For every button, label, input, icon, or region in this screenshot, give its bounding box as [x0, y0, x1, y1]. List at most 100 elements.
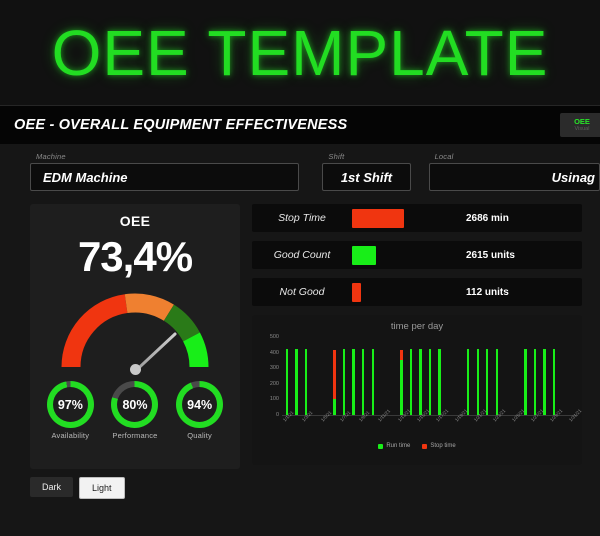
- oee-gauge-card: OEE 73,4% 97% Availability 80% Performan…: [30, 204, 240, 469]
- chart-y-tick: 500: [269, 334, 279, 340]
- stop-time-label: Stop Time: [278, 212, 326, 224]
- theme-light-button[interactable]: Light: [79, 477, 125, 499]
- chart-y-tick: 300: [269, 365, 279, 372]
- chart-bar[interactable]: [400, 349, 403, 415]
- chart-bar-run-segment: [371, 349, 374, 415]
- chart-legend-item[interactable]: Run time: [378, 443, 410, 449]
- chart-title: time per day: [390, 321, 444, 332]
- chart-legend-item[interactable]: Stop time: [422, 443, 456, 449]
- chart-bar[interactable]: [466, 349, 470, 415]
- chart-bar-slot: [358, 337, 368, 415]
- chart-bar-run-segment: [552, 349, 556, 415]
- chart-bar[interactable]: [304, 349, 308, 415]
- chart-bar-run-segment: [333, 399, 336, 415]
- oee-logo-badge: OEE Visual: [560, 113, 600, 137]
- performance-ring: 80%: [111, 381, 159, 428]
- chart-x-axis-labels: 1/1/21 1/3/21 1/5/21 1/7/21 1/9/21 1/11/21 1/1…: [282, 408, 583, 442]
- chart-bar[interactable]: [352, 349, 355, 415]
- chart-bar-slot: [463, 337, 473, 415]
- chart-y-tick: 0: [275, 412, 279, 418]
- chart-bar-stop-segment: [400, 349, 403, 360]
- theme-toggle-group: Dark Light: [30, 477, 600, 499]
- chart-bar-run-segment: [419, 349, 422, 415]
- filter-machine[interactable]: Machine EDM Machine: [30, 152, 300, 191]
- chart-bar[interactable]: [486, 349, 489, 415]
- filter-shift-value[interactable]: 1st Shift: [322, 163, 411, 191]
- stop-time-bar-wrap: [352, 208, 452, 228]
- chart-bar[interactable]: [409, 349, 413, 415]
- not-good-bar: [352, 282, 361, 302]
- chart-y-tick: 200: [269, 380, 279, 387]
- chart-bar-slot: [301, 337, 311, 415]
- chart-bar[interactable]: [428, 349, 432, 415]
- kpi-performance: 80% Performance: [107, 381, 163, 440]
- chart-bar-slot: [406, 337, 416, 415]
- chart-bar[interactable]: [533, 349, 537, 415]
- good-count-bar-wrap: [352, 245, 452, 265]
- quality-value: 94%: [187, 397, 213, 412]
- chart-bar-run-segment: [409, 349, 413, 415]
- performance-label: Performance: [112, 431, 158, 440]
- legend-swatch-icon: [422, 443, 428, 449]
- chart-bar-slot: [377, 337, 387, 415]
- chart-bar[interactable]: [524, 349, 527, 415]
- chart-bar[interactable]: [361, 349, 365, 415]
- chart-bar-run-segment: [533, 349, 537, 415]
- availability-label: Availability: [51, 431, 90, 440]
- oee-card-title: OEE: [119, 213, 151, 229]
- filter-local[interactable]: Local Usinag: [428, 152, 600, 191]
- chart-y-tick: 100: [269, 396, 279, 403]
- chart-legend: Run time Stop time: [252, 443, 582, 449]
- chart-bar-run-segment: [295, 349, 298, 415]
- chart-bar[interactable]: [552, 349, 556, 415]
- chart-bar-slot: [320, 337, 330, 415]
- oee-value: 73,4%: [77, 233, 193, 280]
- availability-value: 97%: [57, 397, 83, 412]
- legend-label: Stop time: [430, 443, 456, 449]
- chart-bar[interactable]: [285, 349, 288, 415]
- filter-machine-value[interactable]: EDM Machine: [30, 163, 300, 191]
- filter-local-value[interactable]: Usinag: [428, 163, 600, 191]
- stat-row-good-count: Good Count 2615 units: [252, 241, 582, 269]
- kpi-donut-group: 97% Availability 80% Performance 94% Qua…: [30, 381, 240, 440]
- filter-local-label: Local: [434, 152, 454, 161]
- chart-bar-slot: [559, 337, 569, 415]
- chart-bar-run-segment: [361, 349, 365, 415]
- chart-bar[interactable]: [295, 349, 298, 415]
- chart-bar-slot: [368, 337, 378, 415]
- chart-bar[interactable]: [543, 349, 546, 415]
- legend-swatch-icon: [378, 443, 384, 449]
- chart-bar-slot: [330, 337, 340, 415]
- chart-bar[interactable]: [371, 349, 374, 415]
- theme-dark-button[interactable]: Dark: [30, 477, 74, 497]
- chart-bar-stop-segment: [333, 349, 336, 400]
- chart-bar[interactable]: [438, 349, 441, 415]
- chart-bar-slot: [473, 337, 483, 415]
- chart-bar-run-segment: [285, 349, 288, 415]
- chart-bar-slot: [511, 337, 521, 415]
- not-good-value: 112 units: [466, 286, 509, 298]
- chart-bar-run-segment: [524, 349, 527, 415]
- filter-shift[interactable]: Shift 1st Shift: [322, 152, 411, 191]
- dashboard-body: OEE 73,4% 97% Availability 80% Performan…: [0, 204, 600, 469]
- stat-row-not-good: Not Good 112 units: [252, 278, 582, 306]
- app-header-title: OEE - OVERALL EQUIPMENT EFFECTIVENESS: [14, 117, 348, 133]
- dashboard-page: OEE TEMPLATE OEE - OVERALL EQUIPMENT EFF…: [0, 0, 600, 536]
- hero-banner: OEE TEMPLATE: [0, 0, 600, 105]
- chart-bar-run-segment: [304, 349, 308, 415]
- chart-bar-slot: [521, 337, 531, 415]
- good-count-value: 2615 units: [466, 249, 515, 261]
- quality-ring: 94%: [176, 381, 224, 428]
- chart-bar[interactable]: [495, 349, 498, 415]
- chart-bar-slot: [435, 337, 445, 415]
- chart-bar-slot: [502, 337, 512, 415]
- kpi-availability: 97% Availability: [42, 381, 98, 440]
- chart-bar-slot: [444, 337, 454, 415]
- chart-bar[interactable]: [333, 349, 336, 415]
- chart-bar[interactable]: [476, 349, 479, 415]
- chart-bar-slot: [339, 337, 349, 415]
- chart-bar[interactable]: [342, 349, 346, 415]
- filter-row: Machine EDM Machine Shift 1st Shift Loca…: [0, 144, 600, 204]
- chart-bar-slot: [549, 337, 559, 415]
- chart-bar[interactable]: [419, 349, 422, 415]
